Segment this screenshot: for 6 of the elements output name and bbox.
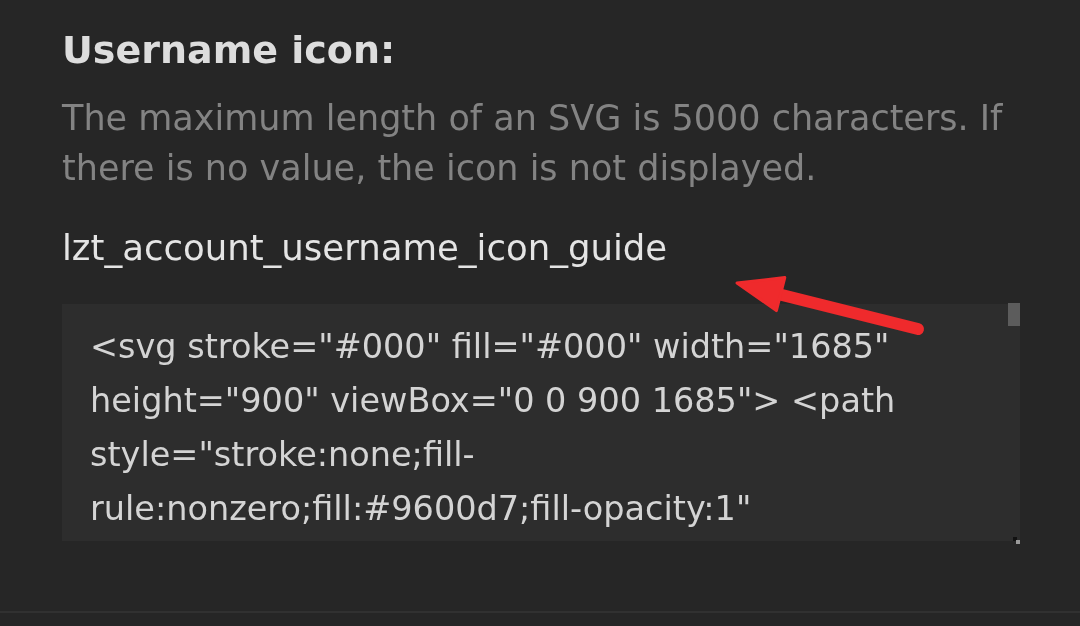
scrollbar-thumb[interactable] (1008, 303, 1020, 326)
section-title: Username icon: (62, 28, 397, 72)
field-label: lzt_account_username_icon_guide (62, 226, 669, 270)
section-description: The maximum length of an SVG is 5000 characters. If there is no value, the icon is not displayed. (62, 97, 1004, 190)
code-textarea[interactable]: <svg stroke="#000" fill="#000" width="1685" height="900" viewBox="0 0 900 1685"> <path style="stroke:none;fill-rule:nonzero;fill:#9600d7;fill-opacity:1" (62, 304, 1020, 541)
resize-grip-icon[interactable] (1013, 537, 1020, 544)
